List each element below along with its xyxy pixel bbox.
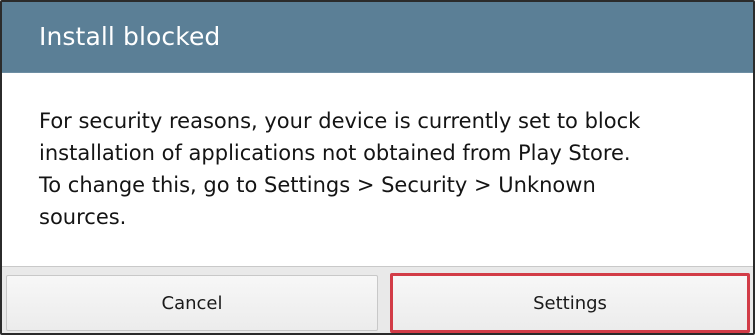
install-blocked-dialog: Install blocked For security reasons, yo…: [0, 0, 755, 335]
message-line-3: To change this, go to Settings > Securit…: [39, 173, 596, 197]
message-line-2: installation of applications not obtaine…: [39, 141, 631, 165]
dialog-message: For security reasons, your device is cur…: [39, 105, 729, 233]
cancel-button-label: Cancel: [161, 292, 223, 314]
dialog-title-bar: Install blocked: [2, 2, 753, 73]
message-line-1: For security reasons, your device is cur…: [39, 109, 641, 133]
message-line-4: sources.: [39, 205, 127, 229]
settings-button-label: Settings: [533, 292, 607, 314]
settings-button[interactable]: Settings: [390, 273, 750, 333]
cancel-button[interactable]: Cancel: [6, 275, 378, 331]
dialog-title: Install blocked: [39, 22, 221, 51]
dialog-button-bar: Cancel Settings: [2, 266, 753, 333]
